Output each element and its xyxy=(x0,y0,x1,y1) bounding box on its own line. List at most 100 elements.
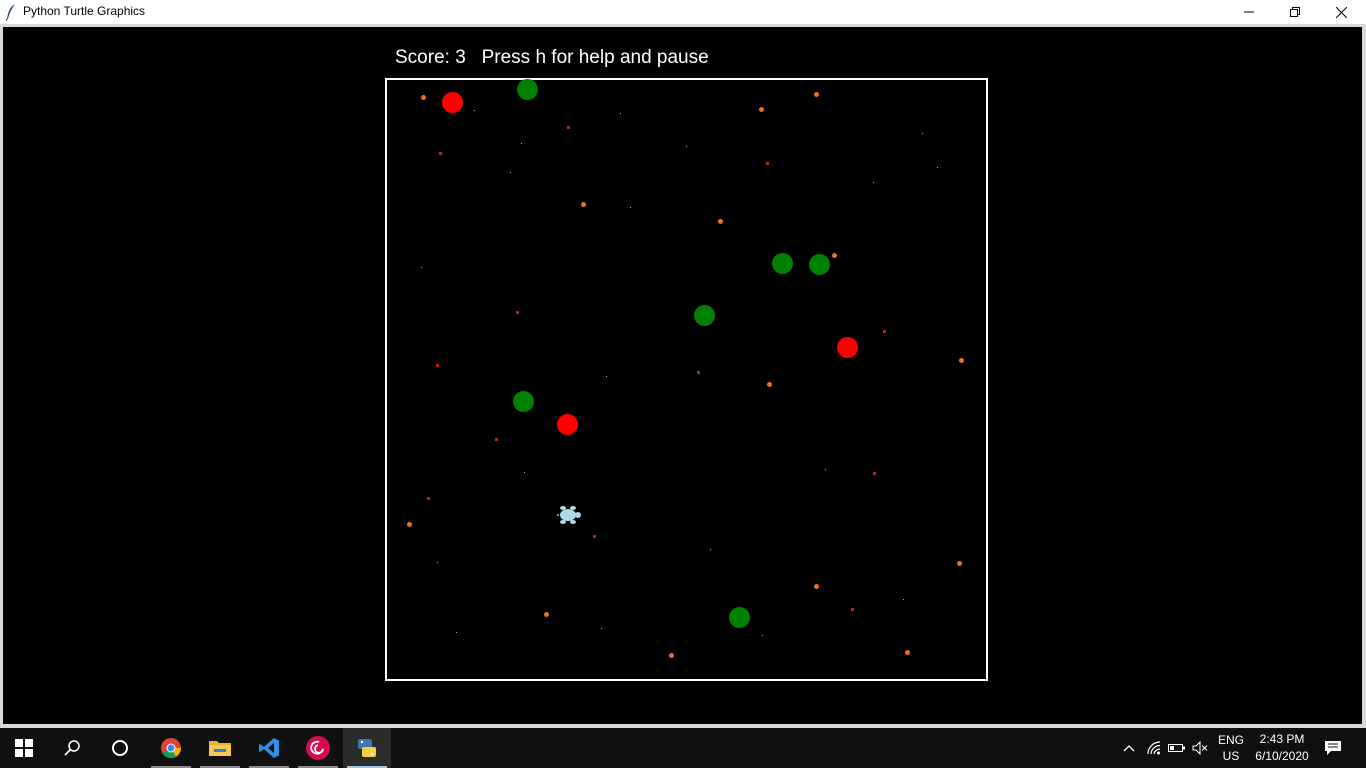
star-particle xyxy=(629,206,631,208)
orange-dot xyxy=(766,381,772,387)
orange-dot xyxy=(813,91,819,97)
red-particle xyxy=(435,363,439,367)
red-particle xyxy=(515,310,519,314)
orange-dot xyxy=(904,649,910,655)
taskbar-file-explorer[interactable] xyxy=(196,728,244,768)
star-particle xyxy=(902,598,904,600)
orange-dot xyxy=(420,94,426,100)
star-particle xyxy=(936,166,938,168)
close-button[interactable] xyxy=(1318,0,1364,24)
star-particle xyxy=(420,266,422,268)
red-particle xyxy=(850,607,854,611)
taskbar-debian[interactable] xyxy=(294,728,342,768)
python-icon xyxy=(358,739,376,757)
search-button[interactable] xyxy=(48,728,96,768)
restore-button[interactable] xyxy=(1272,0,1318,24)
orange-dot xyxy=(543,611,549,617)
minimize-icon xyxy=(1244,11,1254,13)
taskbar-python[interactable] xyxy=(343,728,391,768)
red-particle xyxy=(592,534,596,538)
orange-dot xyxy=(717,218,723,224)
star-particle xyxy=(436,561,438,563)
star-particle xyxy=(473,109,475,111)
restore-icon xyxy=(1290,7,1300,17)
red-particle xyxy=(494,437,498,441)
cortana-button[interactable] xyxy=(96,728,144,768)
star-particle xyxy=(455,631,457,633)
taskbar-chrome[interactable] xyxy=(147,728,195,768)
star-particle xyxy=(685,145,687,147)
network-button[interactable] xyxy=(1143,728,1165,768)
cortana-icon xyxy=(112,740,128,756)
score-text: Score: 3 Press h for help and pause xyxy=(395,47,709,68)
enemy-ball xyxy=(728,606,750,628)
red-particle xyxy=(765,161,769,165)
enemy-ball xyxy=(808,253,830,275)
volume-button[interactable] xyxy=(1189,728,1211,768)
star-particle xyxy=(921,132,923,134)
action-center-button[interactable] xyxy=(1318,728,1348,768)
region-label: US xyxy=(1222,749,1240,763)
volume-muted-icon xyxy=(1192,741,1208,755)
notifications-icon xyxy=(1325,741,1341,755)
taskbar-vscode[interactable] xyxy=(245,728,293,768)
minimize-button[interactable] xyxy=(1226,0,1272,24)
chrome-icon xyxy=(161,738,182,759)
close-icon xyxy=(1335,6,1347,18)
red-particle xyxy=(566,125,570,129)
star-particle xyxy=(520,142,522,144)
red-particle xyxy=(882,329,886,333)
folder-icon xyxy=(209,741,231,756)
star-particle xyxy=(709,548,711,550)
language-label: ENG xyxy=(1217,733,1244,747)
star-particle xyxy=(872,181,874,183)
red-particle xyxy=(872,471,876,475)
star-particle xyxy=(509,171,511,173)
enemy-ball xyxy=(693,304,715,326)
game-board-border xyxy=(385,78,988,681)
orange-dot xyxy=(668,652,674,658)
clock[interactable]: 2:43 PM 6/10/2020 xyxy=(1250,728,1314,768)
title-bar: Python Turtle Graphics xyxy=(0,0,1366,24)
clock-time: 2:43 PM xyxy=(1259,732,1305,746)
enemy-ball xyxy=(516,78,538,100)
enemy-ball xyxy=(771,252,793,274)
orange-dot xyxy=(956,560,962,566)
feather-icon xyxy=(5,4,15,21)
red-particle xyxy=(426,496,430,500)
battery-icon xyxy=(1168,744,1185,752)
orange-dot xyxy=(958,357,964,363)
star-particle xyxy=(605,375,607,377)
food-ball xyxy=(441,91,463,113)
taskbar: ENG US 2:43 PM 6/10/2020 xyxy=(0,728,1366,768)
star-particle xyxy=(619,112,621,114)
star-particle xyxy=(761,634,763,636)
vscode-icon xyxy=(259,738,279,758)
orange-dot xyxy=(758,106,764,112)
wifi-icon xyxy=(1147,741,1161,755)
star-particle xyxy=(600,627,602,629)
battery-button[interactable] xyxy=(1166,728,1188,768)
clock-date: 6/10/2020 xyxy=(1255,749,1309,763)
orange-dot xyxy=(831,252,837,258)
orange-dot xyxy=(580,201,586,207)
red-particle xyxy=(696,370,700,374)
orange-dot xyxy=(406,521,412,527)
search-icon xyxy=(64,740,80,756)
language-indicator[interactable]: ENG US xyxy=(1213,728,1249,768)
food-ball xyxy=(556,413,578,435)
orange-dot xyxy=(813,583,819,589)
food-ball xyxy=(836,336,858,358)
show-hidden-icons-button[interactable] xyxy=(1118,728,1140,768)
red-particle xyxy=(438,151,442,155)
star-particle xyxy=(824,468,826,470)
chevron-up-icon xyxy=(1123,745,1135,752)
enemy-ball xyxy=(512,390,534,412)
window-title: Python Turtle Graphics xyxy=(23,4,146,18)
turtle-canvas[interactable]: Score: 3 Press h for help and pause xyxy=(3,27,1362,724)
star-particle xyxy=(523,471,525,473)
windows-icon xyxy=(15,739,33,757)
start-button[interactable] xyxy=(0,728,48,768)
turtle-player-icon xyxy=(556,506,581,524)
debian-icon xyxy=(306,736,330,760)
